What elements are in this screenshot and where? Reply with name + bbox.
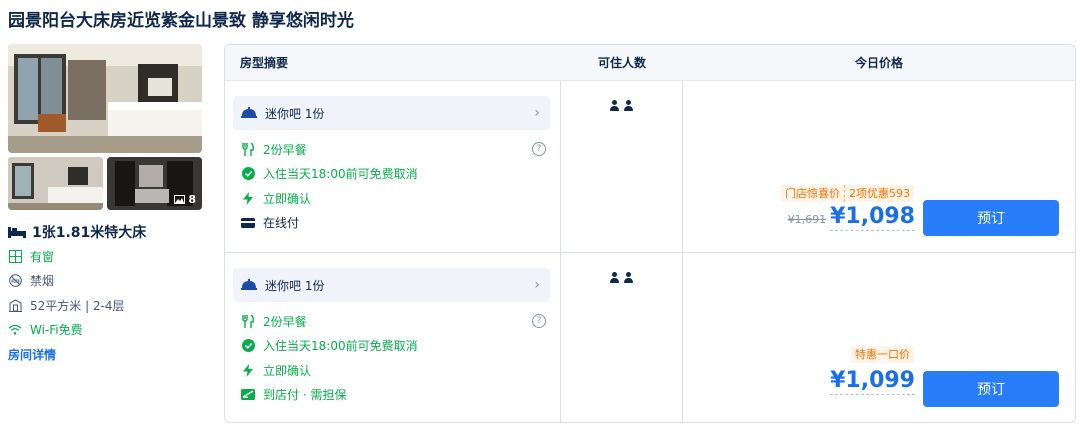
current-price[interactable]: ¥1,099 — [830, 368, 915, 395]
check-circle-icon — [241, 167, 255, 181]
feature-wifi: Wi-Fi免费 — [8, 318, 202, 343]
bed-info: 1张1.81米特大床 — [8, 222, 202, 242]
price-cell: 门店惊喜价 2项优惠593 ¥1,691 ¥1,098 预订 — [683, 81, 1075, 252]
current-price[interactable]: ¥1,098 — [830, 204, 915, 231]
header-occupancy: 可住人数 — [597, 56, 646, 70]
room-info-panel: 8 1张1.81米特大床 有窗 禁烟 52平方米 | 2-4层 Wi-Fi免费 … — [8, 44, 202, 363]
bed-icon — [8, 227, 26, 238]
area-icon — [8, 298, 22, 312]
rate-plan-row: 迷你吧 1份 › 2份早餐 ? 入住当天18:00前可免费取消 — [225, 252, 1075, 422]
wifi-icon — [8, 323, 22, 337]
breakfast-icon — [241, 142, 255, 156]
minibar-label: 迷你吧 1份 — [265, 106, 325, 121]
chevron-right-icon: › — [534, 277, 540, 293]
image-icon — [174, 195, 186, 204]
chevron-right-icon: › — [534, 105, 540, 121]
original-price: ¥1,691 — [787, 213, 827, 226]
header-summary: 房型摘要 — [240, 56, 289, 70]
lightning-icon — [241, 191, 255, 205]
card-icon — [241, 216, 255, 230]
help-icon[interactable]: ? — [532, 142, 546, 157]
feature-nosmoking: 禁烟 — [8, 269, 202, 294]
bed-label: 1张1.81米特大床 — [32, 225, 147, 241]
promo-tag: 2项优惠593 — [844, 185, 914, 202]
breakfast-icon — [241, 314, 255, 328]
cancellation-item: 入住当天18:00前可免费取消 — [241, 334, 550, 359]
book-button[interactable]: 预订 — [923, 200, 1059, 236]
payment-item: 在线付 — [241, 211, 550, 236]
book-button[interactable]: 预订 — [923, 371, 1059, 407]
payment-item: 到店付 · 需担保 — [241, 383, 550, 408]
two-guests-icon — [609, 100, 634, 252]
rate-plan-row: 迷你吧 1份 › 2份早餐 ? 入住当天18:00前可免费取消 — [225, 81, 1075, 252]
two-guests-icon — [609, 272, 634, 422]
room-main-photo[interactable] — [8, 44, 202, 153]
breakfast-item: 2份早餐 ? — [241, 137, 550, 162]
promo-tag: 特惠一口价 — [851, 346, 914, 363]
photo-count-badge: 8 — [174, 193, 196, 206]
confirm-item: 立即确认 — [241, 186, 550, 211]
promo-tags: 门店惊喜价 2项优惠593 — [781, 185, 914, 202]
minibar-icon — [241, 106, 257, 121]
room-thumb-1[interactable] — [8, 157, 103, 210]
promo-tag: 门店惊喜价 — [781, 185, 844, 202]
help-icon[interactable]: ? — [532, 314, 546, 329]
minibar-icon — [241, 278, 257, 293]
minibar-expander[interactable]: 迷你吧 1份 › — [233, 268, 550, 302]
feature-window: 有窗 — [8, 244, 202, 269]
promo-tags: 特惠一口价 — [851, 346, 914, 363]
room-title: 园景阳台大床房近览紫金山景致 静享悠闲时光 — [8, 11, 354, 31]
feature-area: 52平方米 | 2-4层 — [8, 293, 202, 318]
breakfast-item: 2份早餐 ? — [241, 309, 550, 334]
header-price: 今日价格 — [854, 56, 903, 70]
table-header: 房型摘要 可住人数 今日价格 — [225, 45, 1075, 81]
lightning-icon — [241, 363, 255, 377]
cancellation-item: 入住当天18:00前可免费取消 — [241, 162, 550, 187]
confirm-item: 立即确认 — [241, 358, 550, 383]
occupancy-cell — [561, 253, 683, 422]
rate-plan-table: 房型摘要 可住人数 今日价格 迷你吧 1份 › 2份早餐 ? 入住当天18:00… — [224, 44, 1076, 423]
pay-at-hotel-icon — [241, 388, 255, 402]
room-details-link[interactable]: 房间详情 — [8, 346, 202, 363]
no-smoking-icon — [8, 274, 22, 288]
minibar-expander[interactable]: 迷你吧 1份 › — [233, 96, 550, 130]
minibar-label: 迷你吧 1份 — [265, 278, 325, 293]
room-thumb-2[interactable]: 8 — [107, 157, 202, 210]
check-circle-icon — [241, 339, 255, 353]
window-icon — [8, 249, 22, 263]
price-cell: 特惠一口价 ¥1,099 预订 — [683, 253, 1075, 422]
occupancy-cell — [561, 81, 683, 252]
